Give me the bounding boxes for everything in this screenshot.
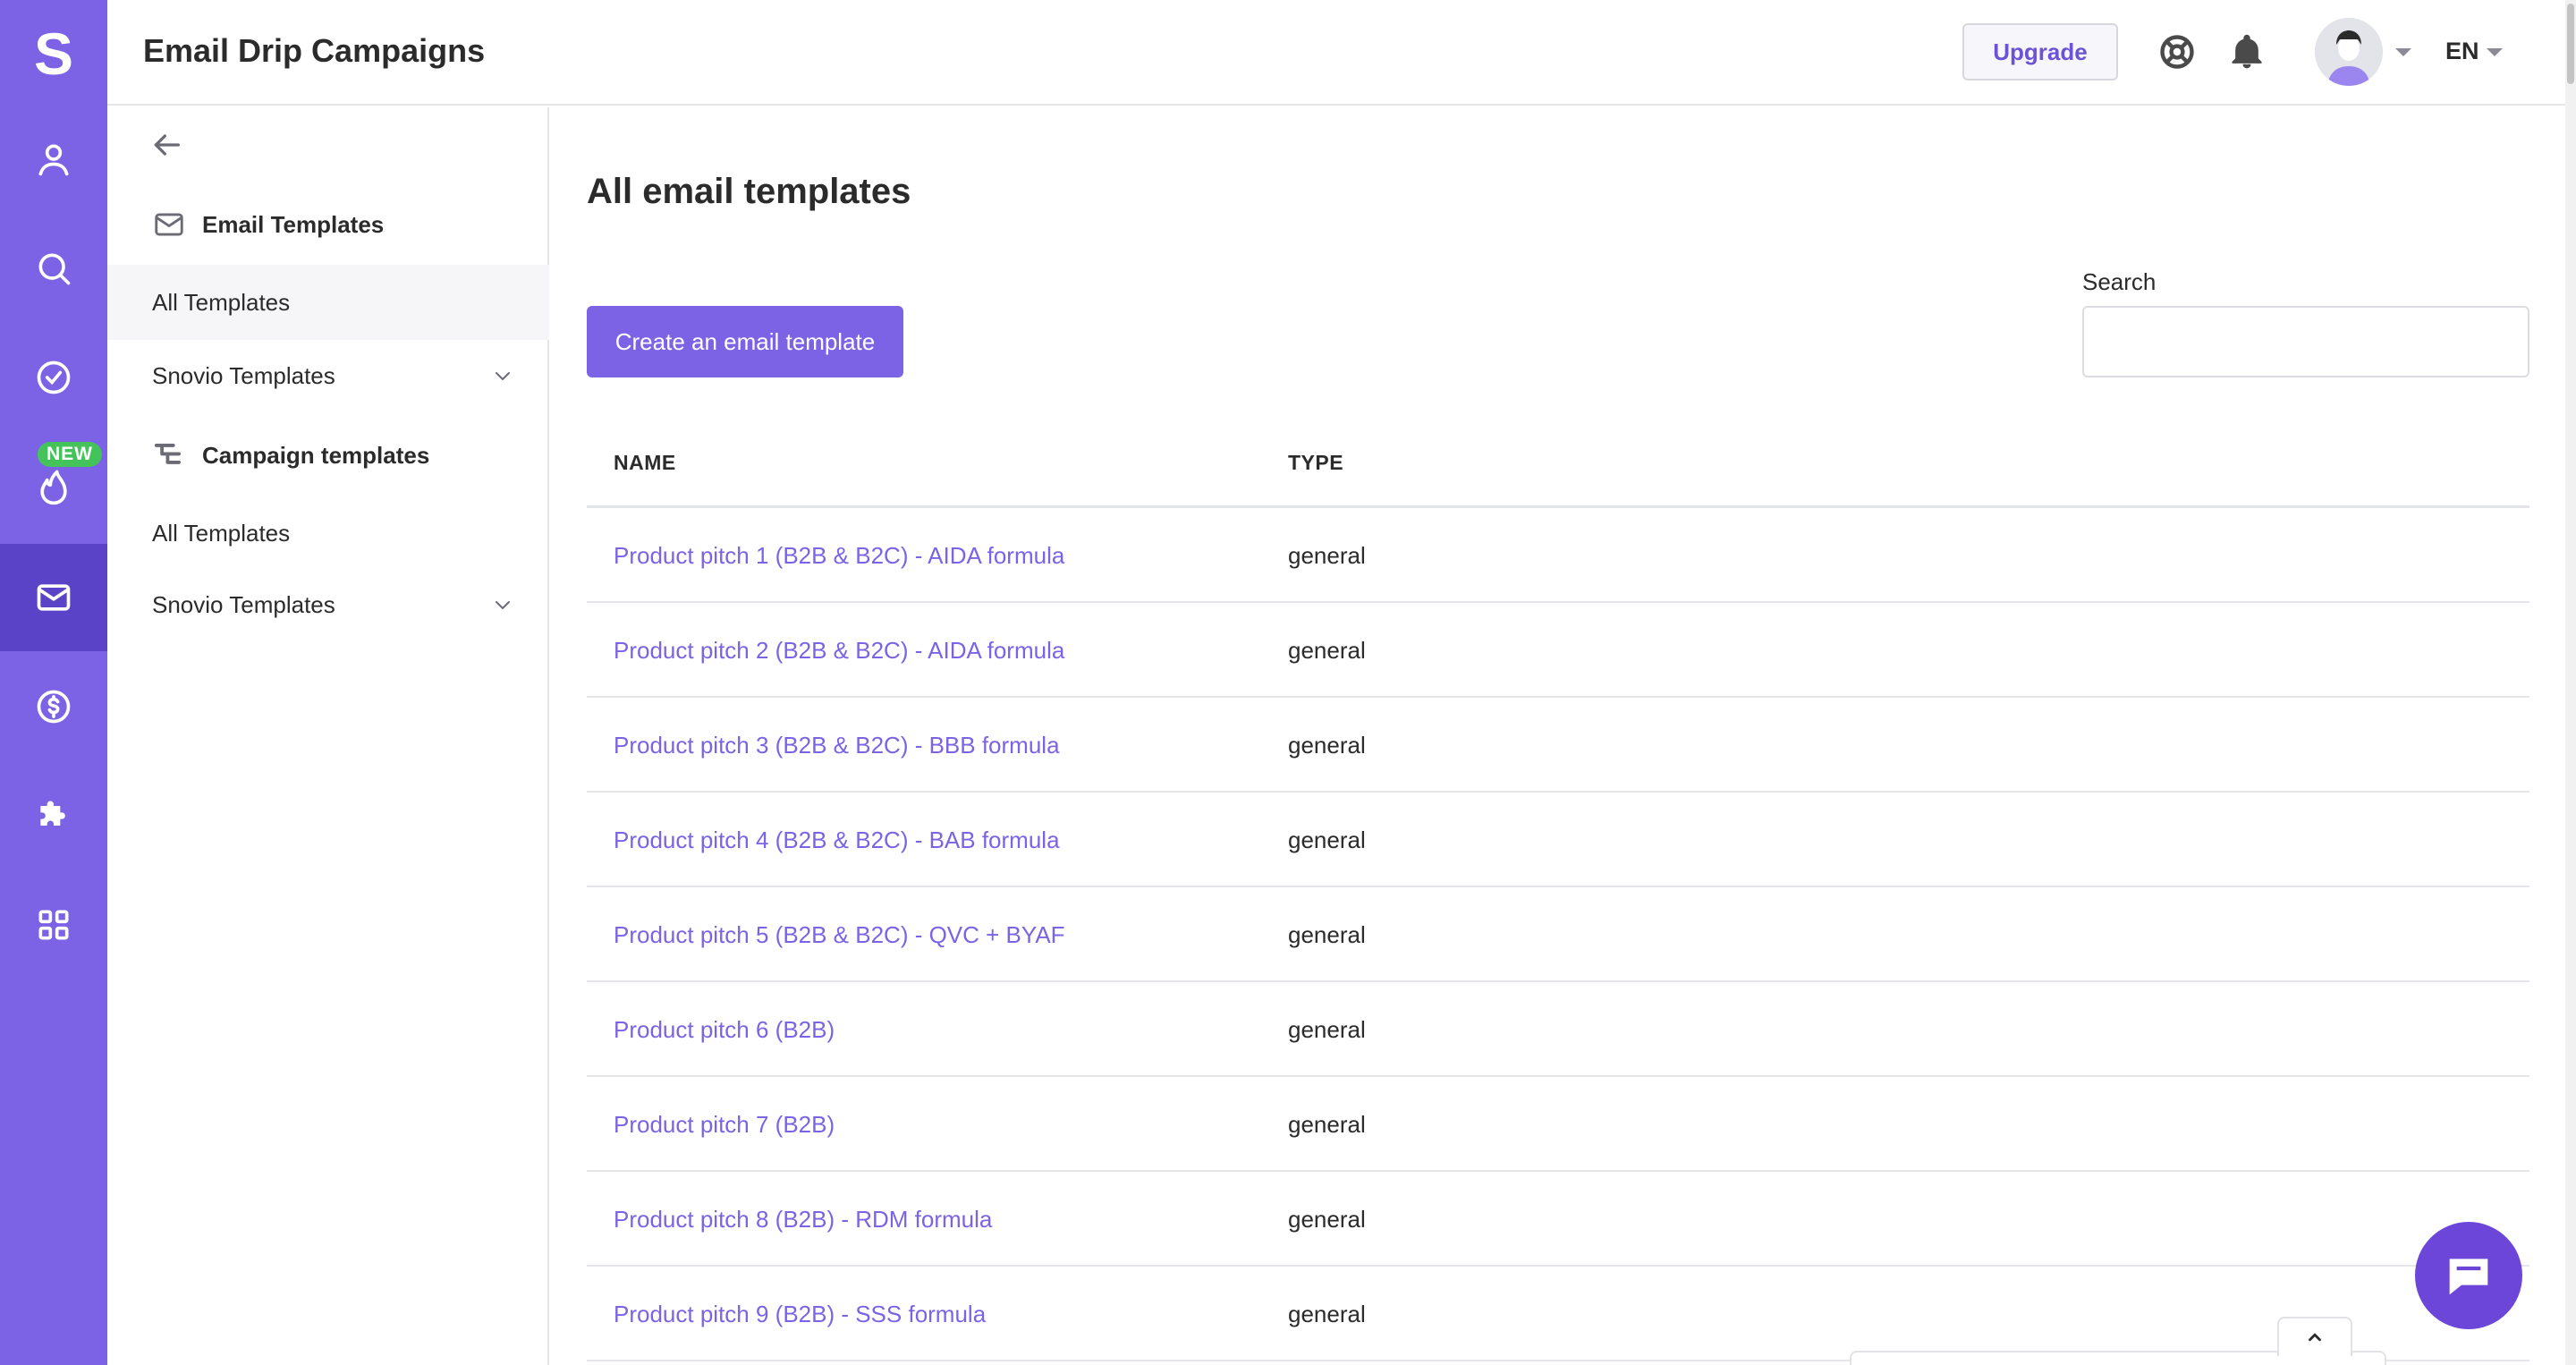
template-name-link[interactable]: Product pitch 6 (B2B) (614, 1016, 835, 1044)
template-type: general (1288, 542, 1366, 569)
avatar[interactable] (2315, 18, 2383, 86)
template-type: general (1288, 732, 1366, 759)
table-row: Product pitch 7 (B2B) general (587, 1077, 2529, 1172)
campaign-templates-heading: Campaign templates (152, 438, 429, 472)
account-dropdown-icon[interactable] (2395, 48, 2411, 56)
language-selector[interactable]: EN (2445, 38, 2479, 65)
envelope-outline-icon (155, 213, 183, 236)
envelope-icon (37, 584, 71, 611)
template-name-link[interactable]: Product pitch 2 (B2B & B2C) - AIDA formu… (614, 637, 1064, 665)
dollar-circle-icon (37, 690, 71, 724)
campaign-templates-title: Campaign templates (202, 441, 430, 469)
table-body: Product pitch 1 (B2B & B2C) - AIDA formu… (587, 508, 2529, 1361)
chevron-down-icon (496, 372, 510, 381)
nav-campaign-snovio-templates[interactable]: Snovio Templates (107, 567, 549, 642)
language-dropdown-icon[interactable] (2487, 48, 2503, 56)
rail-item-apps[interactable] (0, 871, 107, 979)
template-name-link[interactable]: Product pitch 7 (B2B) (614, 1111, 835, 1139)
rail-item-contacts[interactable] (0, 106, 107, 213)
top-bar: Email Drip Campaigns Upgrade EN (107, 0, 2565, 106)
table-header: NAME TYPE (587, 417, 2529, 508)
create-email-template-button[interactable]: Create an email template (587, 306, 903, 377)
campaign-flow-icon (154, 444, 181, 464)
user-avatar-icon (2315, 18, 2383, 86)
nav-email-all-templates[interactable]: All Templates (107, 265, 549, 340)
lifebuoy-icon[interactable] (2157, 32, 2197, 72)
page-header-title: Email Drip Campaigns (143, 32, 486, 69)
chat-bubble-icon (2449, 1259, 2488, 1295)
template-name-link[interactable]: Product pitch 9 (B2B) - SSS formula (614, 1301, 986, 1328)
nav-label: All Templates (152, 519, 291, 547)
rail-item-search[interactable] (0, 215, 107, 322)
table-row: Product pitch 8 (B2B) - RDM formula gener… (587, 1172, 2529, 1267)
chevron-up-icon (2309, 1333, 2321, 1342)
table-row: Product pitch 2 (B2B & B2C) - AIDA formu… (587, 603, 2529, 698)
template-name-link[interactable]: Product pitch 1 (B2B & B2C) - AIDA formu… (614, 542, 1064, 570)
table-row: Product pitch 5 (B2B & B2C) - QVC + BYAF… (587, 887, 2529, 982)
nav-label: All Templates (152, 288, 291, 316)
table-row: Product pitch 1 (B2B & B2C) - AIDA formu… (587, 508, 2529, 603)
template-type: general (1288, 1301, 1366, 1327)
table-row: Product pitch 4 (B2B & B2C) - BAB formul… (587, 793, 2529, 887)
puzzle-icon (40, 801, 65, 826)
rail-item-deals[interactable] (0, 653, 107, 760)
rail-item-integrations[interactable] (0, 762, 107, 869)
flame-icon (40, 470, 67, 505)
templates-table: NAME TYPE Product pitch 1 (B2B & B2C) - … (587, 417, 2529, 1361)
nav-label: Snovio Templates (152, 590, 335, 618)
collapse-panel-button[interactable] (2277, 1317, 2352, 1356)
templates-sidebar: Email Templates All Templates Snovio Tem… (107, 107, 549, 1365)
app-logo[interactable]: S (0, 18, 107, 89)
template-name-link[interactable]: Product pitch 4 (B2B & B2C) - BAB formul… (614, 827, 1060, 854)
new-badge: NEW (38, 442, 102, 467)
grid-icon (38, 910, 69, 940)
email-templates-title: Email Templates (202, 210, 385, 238)
template-name-link[interactable]: Product pitch 8 (B2B) - RDM formula (614, 1206, 992, 1234)
nav-email-snovio-templates[interactable]: Snovio Templates (107, 338, 549, 413)
nav-label: Snovio Templates (152, 361, 335, 389)
nav-campaign-all-templates[interactable]: All Templates (107, 496, 549, 571)
person-icon (38, 144, 69, 176)
rail-item-verify[interactable] (0, 324, 107, 431)
search-icon (38, 253, 71, 285)
template-type: general (1288, 1111, 1366, 1138)
page-title: All email templates (587, 172, 911, 211)
scrollbar-thumb[interactable] (2567, 4, 2574, 84)
email-templates-heading: Email Templates (152, 208, 384, 242)
template-type: general (1288, 1206, 1366, 1233)
main-content: All email templates Create an email temp… (587, 107, 2529, 1365)
search-label: Search (2082, 268, 2157, 295)
column-header-name[interactable]: NAME (614, 451, 676, 475)
template-type: general (1288, 637, 1366, 664)
chat-button[interactable] (2415, 1222, 2522, 1329)
table-row: Product pitch 3 (B2B & B2C) - BBB formul… (587, 698, 2529, 793)
search-input[interactable] (2082, 306, 2529, 377)
chevron-down-icon (496, 601, 510, 610)
table-row: Product pitch 6 (B2B) general (587, 982, 2529, 1077)
template-name-link[interactable]: Product pitch 3 (B2B & B2C) - BBB formul… (614, 732, 1060, 759)
back-arrow-icon[interactable] (148, 127, 184, 163)
bell-icon[interactable] (2227, 32, 2267, 72)
table-row: Product pitch 9 (B2B) - SSS formula gener… (587, 1267, 2529, 1361)
left-rail: S NEW (0, 0, 107, 1365)
template-type: general (1288, 921, 1366, 948)
template-name-link[interactable]: Product pitch 5 (B2B & B2C) - QVC + BYAF (614, 921, 1065, 949)
scrollbar-track[interactable] (2565, 0, 2576, 1365)
column-header-type[interactable]: TYPE (1288, 451, 1343, 475)
check-circle-icon (37, 360, 71, 394)
template-type: general (1288, 827, 1366, 853)
rail-item-email[interactable] (0, 544, 107, 651)
upgrade-button[interactable]: Upgrade (1962, 23, 2118, 81)
template-type: general (1288, 1016, 1366, 1043)
